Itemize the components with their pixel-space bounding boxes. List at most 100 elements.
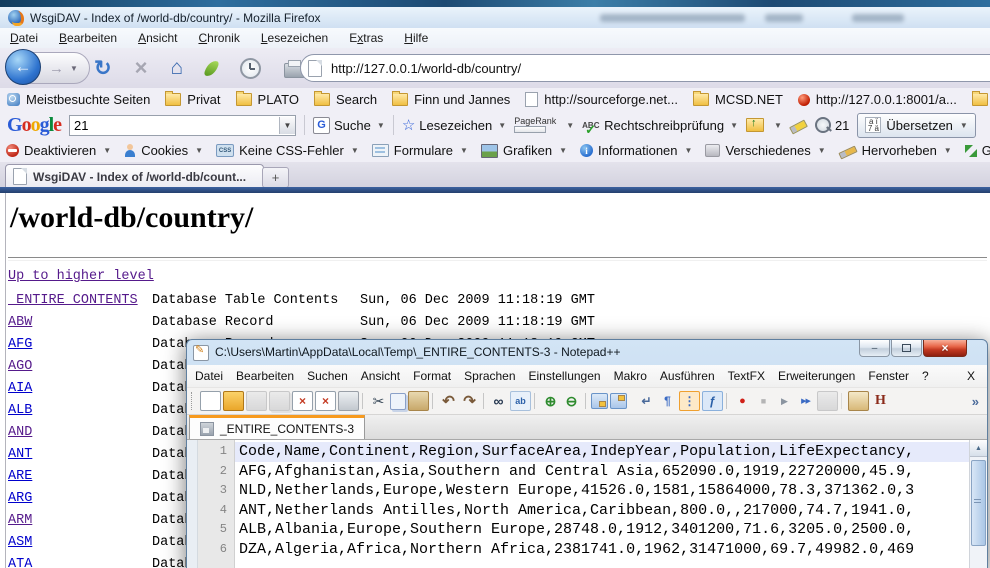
- pagerank-widget[interactable]: PageRank: [514, 117, 556, 133]
- stop-button[interactable]: ×: [135, 55, 148, 81]
- url-input[interactable]: [329, 60, 933, 77]
- scrollbar-thumb[interactable]: [971, 460, 986, 546]
- menu-item[interactable]: Hilfe: [404, 31, 428, 45]
- menu-item[interactable]: Ausführen: [660, 369, 715, 383]
- play-macro-icon[interactable]: ▶: [775, 392, 794, 410]
- menu-item[interactable]: Bearbeiten: [59, 31, 117, 45]
- send-to-icon[interactable]: [746, 118, 764, 132]
- minimize-button[interactable]: –: [859, 340, 890, 357]
- google-search-box[interactable]: ▼: [69, 115, 296, 136]
- print-icon[interactable]: [338, 391, 359, 411]
- word-wrap-icon[interactable]: ↵: [637, 392, 656, 410]
- new-tab-button[interactable]: +: [262, 167, 289, 188]
- home-button[interactable]: ⌂: [170, 56, 183, 80]
- google-bookmarks-button[interactable]: ☆ Lesezeichen ▼: [402, 116, 506, 134]
- menu-item[interactable]: Sprachen: [464, 369, 515, 383]
- sync-vertical-icon[interactable]: [591, 393, 608, 409]
- menu-item[interactable]: ?: [922, 369, 929, 383]
- entry-link[interactable]: ARE: [8, 469, 32, 484]
- close-all-icon[interactable]: ×: [315, 391, 336, 411]
- entry-link[interactable]: ATA: [8, 557, 32, 568]
- function-list-icon[interactable]: ƒ: [702, 391, 723, 411]
- menu-item[interactable]: Bearbeiten: [236, 369, 294, 383]
- webdev-item[interactable]: Hervorheben ▼: [839, 143, 952, 158]
- webdev-item[interactable]: Formulare ▼: [372, 143, 468, 158]
- replace-icon[interactable]: ab: [510, 391, 531, 411]
- menu-item[interactable]: Format: [413, 369, 451, 383]
- toolbar-overflow-chevron[interactable]: »: [972, 394, 983, 409]
- entry-link[interactable]: ARG: [8, 491, 32, 506]
- editor-area[interactable]: 1 2 3 4 5 6 Code,Name,Continent,Region,S…: [187, 440, 987, 568]
- bookmark-item[interactable]: PLATO: [236, 92, 299, 107]
- scroll-up-button[interactable]: ▲: [970, 440, 987, 457]
- webdev-item[interactable]: Keine CSS-Fehler ▼: [216, 143, 359, 158]
- entry-link[interactable]: ARM: [8, 513, 32, 528]
- menu-item[interactable]: Lesezeichen: [261, 31, 328, 45]
- reload-button[interactable]: ↻: [94, 56, 112, 81]
- location-bar[interactable]: [300, 54, 990, 82]
- close-file-icon[interactable]: ×: [292, 391, 313, 411]
- webdev-item[interactable]: Informationen ▼: [580, 143, 692, 158]
- sync-horizontal-icon[interactable]: [610, 393, 627, 409]
- webdev-item[interactable]: Grafiken ▼: [481, 143, 567, 158]
- paste-icon[interactable]: [408, 391, 429, 411]
- entry-link[interactable]: ASM: [8, 535, 32, 550]
- history-clock-icon[interactable]: [240, 58, 261, 79]
- entry-link[interactable]: AIA: [8, 381, 32, 396]
- menu-item[interactable]: Fenster: [868, 369, 909, 383]
- vertical-scrollbar[interactable]: ▲: [969, 440, 987, 568]
- new-file-icon[interactable]: [200, 391, 221, 411]
- history-dropdown-icon[interactable]: ▼: [70, 64, 78, 73]
- zoom-indicator[interactable]: 21: [815, 117, 849, 133]
- notepadpp-titlebar[interactable]: C:\Users\Martin\AppData\Local\Temp\_ENTI…: [187, 340, 987, 365]
- entry-link[interactable]: ENTIRE CONTENTS: [8, 293, 138, 308]
- menu-item[interactable]: Einstellungen: [529, 369, 601, 383]
- cut-icon[interactable]: ✂: [369, 392, 388, 410]
- stop-macro-icon[interactable]: ■: [754, 392, 773, 410]
- menu-item[interactable]: Makro: [614, 369, 647, 383]
- forward-button[interactable]: →: [49, 60, 64, 77]
- save-icon[interactable]: [246, 391, 267, 411]
- back-button[interactable]: ←: [5, 49, 41, 85]
- entry-link[interactable]: AFG: [8, 337, 32, 352]
- undo-icon[interactable]: ↶: [439, 392, 458, 410]
- record-macro-icon[interactable]: ●: [733, 392, 752, 410]
- highlighter-icon[interactable]: [789, 119, 808, 134]
- menu-item[interactable]: Datei: [195, 369, 223, 383]
- translate-button[interactable]: a ï7 ä Übersetzen ▼: [857, 113, 975, 138]
- entry-link[interactable]: AND: [8, 425, 32, 440]
- zoom-in-icon[interactable]: ⊕: [541, 392, 560, 410]
- google-search-button[interactable]: G Suche ▼: [313, 117, 385, 134]
- spellcheck-button[interactable]: ABC Rechtschreibprüfung ▼: [582, 118, 738, 133]
- active-tab[interactable]: WsgiDAV - Index of /world-db/count...: [5, 164, 264, 188]
- close-document-x[interactable]: X: [967, 369, 979, 383]
- close-button[interactable]: ×: [923, 340, 967, 357]
- bookmark-margin[interactable]: [187, 440, 198, 568]
- webdev-item[interactable]: Cookies ▼: [124, 143, 203, 158]
- doc-monitor-icon[interactable]: [848, 391, 869, 411]
- open-file-icon[interactable]: [223, 391, 244, 411]
- restore-button[interactable]: [891, 340, 922, 357]
- show-symbols-icon[interactable]: ¶: [658, 392, 677, 410]
- site-identity-icon[interactable]: [308, 60, 322, 77]
- copy-icon[interactable]: [390, 393, 406, 410]
- entry-link[interactable]: AGO: [8, 359, 32, 374]
- menu-item[interactable]: Extras: [349, 31, 383, 45]
- redo-icon[interactable]: ↷: [460, 392, 479, 410]
- search-history-dropdown-icon[interactable]: ▼: [279, 117, 295, 134]
- menu-item[interactable]: TextFX: [728, 369, 765, 383]
- entry-link[interactable]: ABW: [8, 315, 32, 330]
- webdev-item[interactable]: Verschiedenes ▼: [705, 143, 825, 158]
- save-macro-icon[interactable]: [817, 391, 838, 411]
- zoom-out-icon[interactable]: ⊖: [562, 392, 581, 410]
- bookmark-item[interactable]: Tree Samples: [972, 92, 990, 107]
- bookmark-item[interactable]: Search: [314, 92, 377, 107]
- save-all-icon[interactable]: [269, 391, 290, 411]
- find-icon[interactable]: ∞: [489, 392, 508, 410]
- sage-feed-icon[interactable]: [204, 58, 220, 78]
- editor-text[interactable]: Code,Name,Continent,Region,SurfaceArea,I…: [235, 440, 969, 568]
- google-search-input[interactable]: [70, 117, 279, 134]
- bookmark-item[interactable]: http://127.0.0.1:8001/a...: [798, 92, 957, 107]
- bookmark-item[interactable]: Finn und Jannes: [392, 92, 510, 107]
- chevron-down-icon[interactable]: ▼: [566, 121, 574, 130]
